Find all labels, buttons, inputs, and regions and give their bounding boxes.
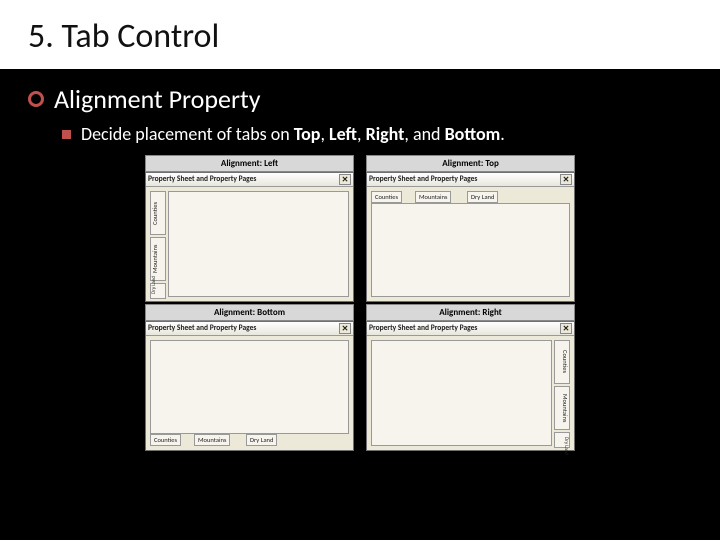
kw-right: Right xyxy=(366,123,405,145)
close-icon[interactable]: ✕ xyxy=(560,323,572,334)
dialog-body: Counties Mountains Dry Land xyxy=(367,187,574,301)
tab-dryland[interactable]: Dry Land xyxy=(150,283,166,299)
sub-prefix: Decide placement of tabs on xyxy=(81,123,294,145)
kw-left: Left xyxy=(329,123,357,145)
sub-sep1: , xyxy=(320,123,329,145)
tab-control-area xyxy=(150,340,349,434)
sub-sep3: , and xyxy=(404,123,444,145)
tab-mountains[interactable]: Mountains xyxy=(150,237,166,281)
tab-control-area xyxy=(168,191,349,297)
tab-control-area xyxy=(371,203,570,297)
dialog-right: Property Sheet and Property Pages ✕ Coun… xyxy=(366,321,575,451)
dialog-title-text: Property Sheet and Property Pages xyxy=(148,175,256,184)
close-icon[interactable]: ✕ xyxy=(339,174,351,185)
tab-dryland[interactable]: Dry Land xyxy=(246,434,277,446)
dialog-body: Counties Mountains Dry Land xyxy=(146,187,353,301)
example-panels-grid: Alignment: Left Property Sheet and Prope… xyxy=(145,155,575,451)
panel-left: Alignment: Left Property Sheet and Prope… xyxy=(145,155,354,302)
tab-counties[interactable]: Counties xyxy=(371,191,402,203)
ring-bullet-icon xyxy=(28,91,44,107)
dialog-title-text: Property Sheet and Property Pages xyxy=(369,175,477,184)
kw-bottom: Bottom xyxy=(445,123,501,145)
sub-bullet-text: Decide placement of tabs on Top, Left, R… xyxy=(81,123,505,145)
panel-right: Alignment: Right Property Sheet and Prop… xyxy=(366,304,575,451)
tab-dryland[interactable]: Dry Land xyxy=(554,432,570,448)
caption-left: Alignment: Left xyxy=(145,155,354,172)
tab-mountains[interactable]: Mountains xyxy=(194,434,230,446)
dialog-titlebar: Property Sheet and Property Pages ✕ xyxy=(367,322,574,336)
dialog-top: Property Sheet and Property Pages ✕ Coun… xyxy=(366,172,575,302)
tab-control-area xyxy=(371,340,552,446)
close-icon[interactable]: ✕ xyxy=(560,174,572,185)
dialog-title-text: Property Sheet and Property Pages xyxy=(369,324,477,333)
dialog-bottom: Property Sheet and Property Pages ✕ Coun… xyxy=(145,321,354,451)
bullet-text: Alignment Property xyxy=(54,83,261,115)
dialog-left: Property Sheet and Property Pages ✕ Coun… xyxy=(145,172,354,302)
slide-title: 5. Tab Control xyxy=(28,16,692,57)
dialog-body: Counties Mountains Dry Land xyxy=(146,336,353,450)
caption-bottom: Alignment: Bottom xyxy=(145,304,354,321)
caption-top: Alignment: Top xyxy=(366,155,575,172)
title-band: 5. Tab Control xyxy=(0,0,720,69)
panel-bottom: Alignment: Bottom Property Sheet and Pro… xyxy=(145,304,354,451)
tab-counties[interactable]: Counties xyxy=(150,191,166,235)
tab-mountains[interactable]: Mountains xyxy=(554,386,570,430)
kw-top: Top xyxy=(294,123,321,145)
panel-top: Alignment: Top Property Sheet and Proper… xyxy=(366,155,575,302)
dialog-title-text: Property Sheet and Property Pages xyxy=(148,324,256,333)
square-bullet-icon xyxy=(62,130,71,139)
dialog-titlebar: Property Sheet and Property Pages ✕ xyxy=(146,173,353,187)
tab-counties[interactable]: Counties xyxy=(554,340,570,384)
tab-mountains[interactable]: Mountains xyxy=(415,191,451,203)
bullet-level-2: Decide placement of tabs on Top, Left, R… xyxy=(62,123,692,145)
caption-right: Alignment: Right xyxy=(366,304,575,321)
close-icon[interactable]: ✕ xyxy=(339,323,351,334)
sub-suffix: . xyxy=(500,123,505,145)
dialog-titlebar: Property Sheet and Property Pages ✕ xyxy=(146,322,353,336)
sub-sep2: , xyxy=(357,123,366,145)
content-area: Alignment Property Decide placement of t… xyxy=(0,69,720,451)
dialog-titlebar: Property Sheet and Property Pages ✕ xyxy=(367,173,574,187)
dialog-body: Counties Mountains Dry Land xyxy=(367,336,574,450)
tab-counties[interactable]: Counties xyxy=(150,434,181,446)
bullet-level-1: Alignment Property xyxy=(28,83,692,115)
tab-dryland[interactable]: Dry Land xyxy=(467,191,498,203)
